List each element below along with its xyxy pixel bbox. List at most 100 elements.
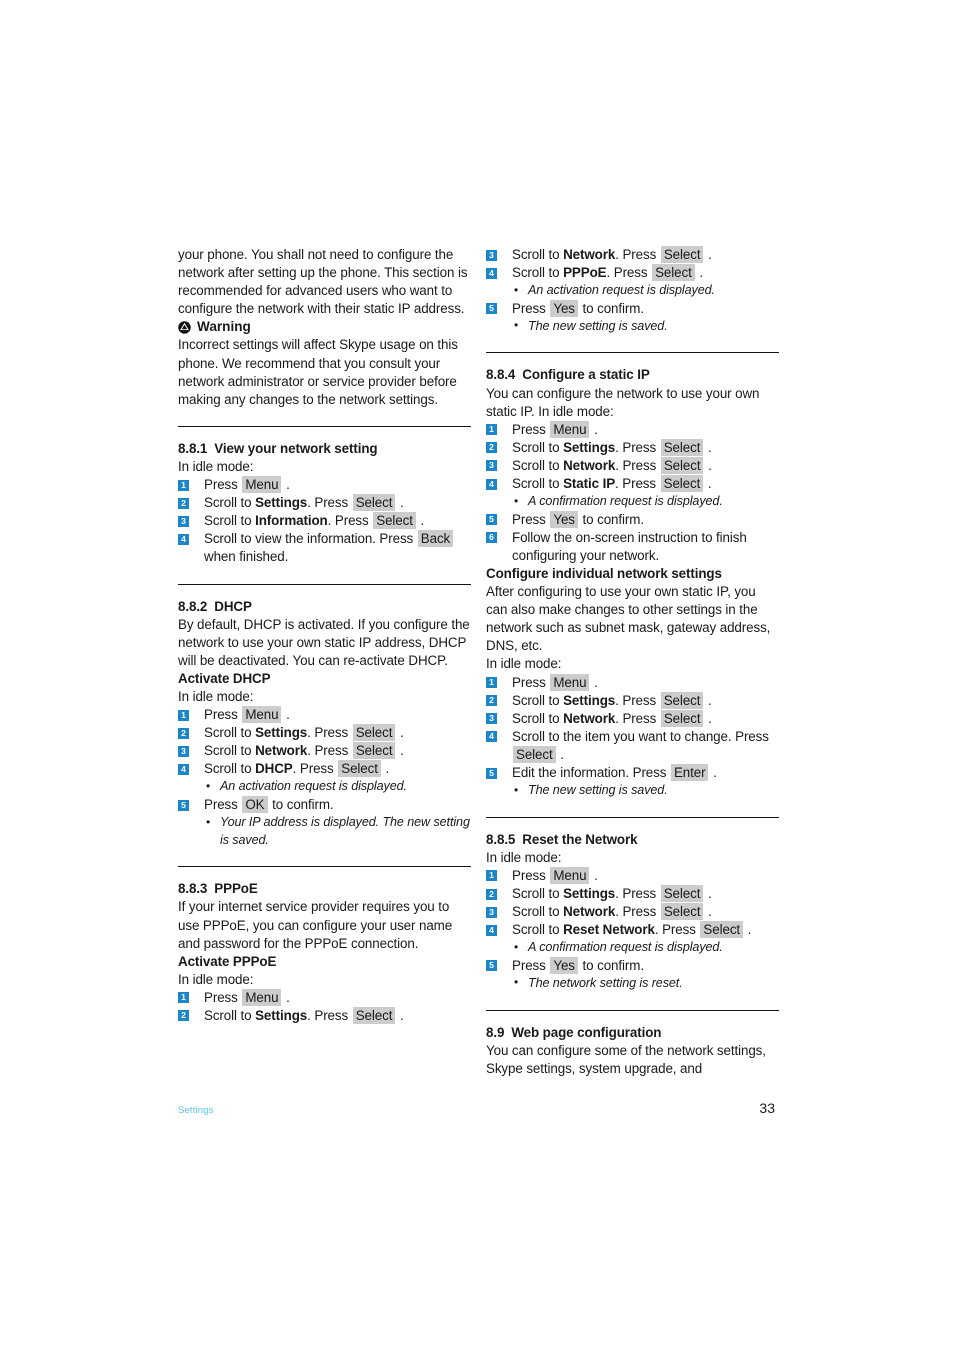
keycap-menu[interactable]: Menu [550, 673, 590, 691]
lead-in-idle-mode: In idle mode: [486, 849, 562, 865]
section-8-8-4-body: You can configure the network to use you… [486, 385, 760, 419]
section-title: PPPoE [214, 881, 258, 897]
keycap-yes[interactable]: Yes [550, 510, 578, 528]
steps-8-8-5-cont: 5 Press Yes to confirm. [486, 956, 779, 975]
step-emphasis: Settings [563, 439, 616, 455]
step-item: 4 Scroll to PPPoE. Press Select . [486, 264, 779, 282]
step-badge: 1 [178, 479, 189, 491]
steps-8-8-4: 1 Press Menu . 2 Scroll to Settings. Press… [486, 420, 779, 493]
section-title: Reset the Network [522, 831, 638, 847]
note-confirmation-request: A confirmation request is displayed. [486, 493, 779, 511]
step-text-tail: . [704, 904, 712, 920]
step-item: 3 Scroll to Network. Press Select . [486, 246, 779, 264]
step-badge: 3 [178, 745, 189, 757]
step-text-mid: . Press [292, 761, 338, 777]
step-text: Press [512, 421, 550, 437]
step-badge: 4 [486, 924, 497, 936]
step-text-tail: . [416, 513, 425, 529]
step-text-cont: when finished. [204, 549, 289, 565]
step-text: Edit the information. Press [512, 765, 670, 781]
step-emphasis: PPPoE [563, 265, 607, 281]
keycap-enter[interactable]: Enter [670, 764, 709, 782]
keycap-select[interactable]: Select [660, 438, 704, 456]
step-emphasis: Settings [563, 692, 616, 708]
keycap-yes[interactable]: Yes [550, 299, 578, 317]
step-item: 2 Scroll to Settings. Press Select . [178, 1006, 471, 1025]
keycap-menu[interactable]: Menu [242, 988, 282, 1006]
keycap-back[interactable]: Back [417, 530, 454, 548]
step-text-tail: . [695, 265, 703, 281]
keycap-menu[interactable]: Menu [550, 420, 590, 438]
section-divider [178, 866, 471, 868]
steps-8-8-3: 1 Press Menu . 2 Scroll to Settings. Press… [178, 988, 471, 1025]
keycap-select[interactable]: Select [352, 742, 396, 760]
step-item: 4 Scroll to Static IP. Press Select . [486, 475, 779, 493]
keycap-select[interactable]: Select [660, 903, 704, 921]
keycap-select[interactable]: Select [660, 475, 704, 493]
step-item: 4 Scroll to view the information. Press B… [178, 530, 471, 566]
step-text-tail: . [396, 1007, 404, 1023]
keycap-menu[interactable]: Menu [550, 866, 590, 884]
step-item: 5 Press OK to confirm. [178, 796, 471, 814]
step-badge: 4 [486, 731, 497, 743]
section-8-8-2-body: By default, DHCP is activated. If you co… [178, 616, 470, 668]
keycap-menu[interactable]: Menu [242, 706, 282, 724]
step-text-tail: . [590, 421, 598, 437]
keycap-select[interactable]: Select [352, 494, 396, 512]
keycap-select[interactable]: Select [660, 885, 704, 902]
keycap-select[interactable]: Select [660, 246, 704, 263]
step-badge: 1 [486, 677, 497, 689]
keycap-menu[interactable]: Menu [242, 476, 282, 494]
keycap-select[interactable]: Select [352, 724, 396, 742]
step-text-mid: . Press [307, 1007, 352, 1023]
keycap-yes[interactable]: Yes [550, 956, 578, 974]
section-number: 8.9 [486, 1024, 505, 1040]
warning-title: Warning [197, 319, 251, 335]
keycap-select[interactable]: Select [660, 709, 704, 727]
step-text-tail: . [282, 477, 290, 493]
section-8-8-3-body: If your internet service provider requir… [178, 899, 453, 951]
step-item: 1 Press Menu . [178, 706, 471, 724]
step-item: 2 Scroll to Settings. Press Select . [486, 691, 779, 710]
step-badge: 4 [178, 763, 189, 775]
step-text-mid: . Press [606, 265, 652, 281]
keycap-select[interactable]: Select [352, 1006, 396, 1024]
steps-configure-individual: 1 Press Menu . 2 Scroll to Settings. Press… [486, 673, 779, 783]
keycap-select[interactable]: Select [652, 264, 695, 282]
step-emphasis: Static IP [563, 476, 616, 492]
steps-8-8-5: 1 Press Menu . 2 Scroll to Settings. Press… [486, 866, 779, 939]
keycap-select[interactable]: Select [660, 456, 704, 474]
step-text-mid: . Press [307, 725, 352, 741]
lead-in-idle-mode: In idle mode: [486, 656, 562, 672]
lead-in-idle-mode: In idle mode: [178, 688, 254, 704]
step-text-tail: . [396, 495, 404, 511]
lead-in-idle-mode: In idle mode: [178, 458, 254, 474]
step-text: Scroll to view the information. Press [204, 531, 417, 547]
step-text: Scroll to [204, 495, 256, 511]
step-text: Scroll to [512, 904, 564, 920]
step-text: Press [512, 300, 550, 316]
keycap-select[interactable]: Select [513, 745, 556, 763]
keycap-select[interactable]: Select [338, 760, 381, 778]
step-text-mid: . Press [615, 439, 660, 455]
step-text: Scroll to [512, 247, 564, 262]
keycap-select[interactable]: Select [373, 512, 416, 530]
step-item: 2 Scroll to Settings. Press Select . [178, 494, 471, 512]
section-8-9-body: You can configure some of the network se… [486, 1042, 766, 1076]
step-emphasis: Settings [255, 495, 308, 511]
section-title: Web page configuration [511, 1024, 662, 1040]
keycap-select[interactable]: Select [660, 691, 704, 709]
keycap-select[interactable]: Select [700, 921, 744, 939]
step-badge: 3 [486, 249, 497, 261]
step-text-tail: to confirm. [578, 511, 645, 527]
step-text-mid: . Press [615, 692, 660, 708]
note-activation-request: An activation request is displayed. [486, 282, 779, 300]
keycap-ok[interactable]: OK [242, 796, 268, 814]
step-text-tail: . [704, 710, 712, 726]
step-badge: 3 [178, 515, 189, 527]
note-ip-address-displayed: Your IP address is displayed. The new se… [178, 814, 471, 849]
step-emphasis: Network [563, 457, 616, 473]
document-page: your phone. You shall not need to config… [0, 0, 954, 1351]
step-badge: 2 [178, 727, 189, 739]
step-text-tail: to confirm. [578, 300, 645, 316]
